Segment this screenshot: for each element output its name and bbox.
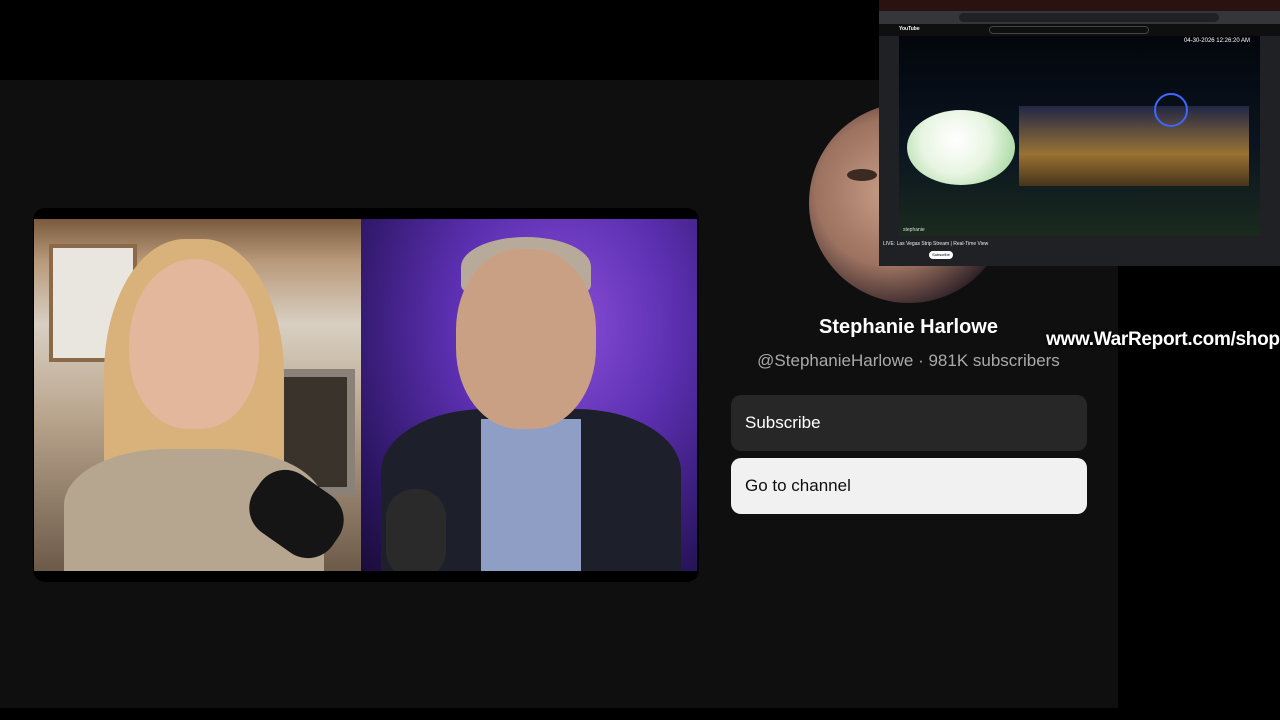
overlay-name: stephanie (903, 227, 925, 233)
channel-meta: @StephanieHarlowe · 981K subscribers (730, 351, 1087, 371)
watermark-url: www.WarReport.com/shop (1046, 329, 1280, 350)
recommended-video-card[interactable] (33, 208, 699, 582)
ferris-wheel (1154, 93, 1188, 127)
video-frame-right-guest (361, 219, 697, 571)
sphere-venue (907, 110, 1015, 185)
stream-title: LIVE: Las Vegas Strip Stream | Real-Time… (883, 241, 989, 247)
go-to-channel-button[interactable]: Go to channel (731, 458, 1087, 514)
guest-face (129, 259, 259, 429)
guest-face (456, 249, 596, 429)
channel-handle[interactable]: @StephanieHarlowe (757, 351, 913, 370)
guest-shirt (481, 419, 581, 571)
browser-tab-strip (879, 0, 1280, 11)
pip-subscribe-button: Subscribe (929, 251, 953, 259)
youtube-logo: YouTube (899, 26, 920, 32)
avatar-eye (847, 169, 877, 181)
stream-timestamp: 04-30-2026 12:26:20 AM (1183, 38, 1250, 44)
subscriber-count: 981K subscribers (928, 351, 1060, 370)
url-field (959, 13, 1219, 22)
city-skyline (1019, 106, 1249, 186)
go-to-channel-label: Go to channel (745, 476, 851, 495)
live-stream-video: 04-30-2026 12:26:20 AM (899, 36, 1260, 236)
channel-name[interactable]: Stephanie Harlowe (730, 316, 1087, 339)
video-frame-left-guest (34, 219, 361, 571)
subscribe-button[interactable]: Subscribe (731, 395, 1087, 451)
meta-separator: · (913, 351, 929, 370)
subscribe-label: Subscribe (745, 413, 821, 432)
microphone-icon (386, 489, 446, 571)
search-input (989, 26, 1149, 34)
picture-in-picture-browser: YouTube 04-30-2026 12:26:20 AM stephanie… (879, 0, 1280, 266)
